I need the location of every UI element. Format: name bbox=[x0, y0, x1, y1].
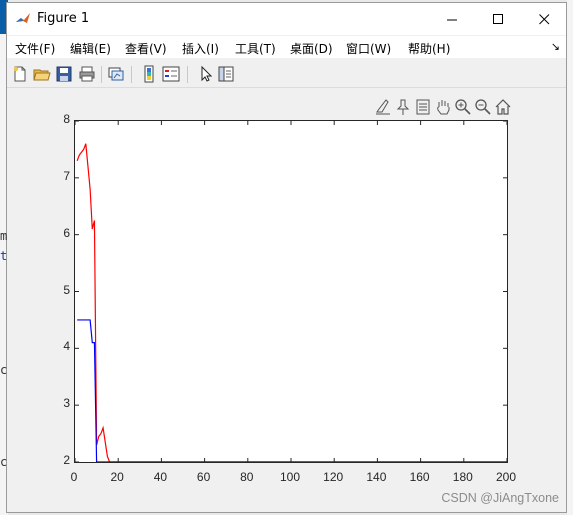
menu-insert[interactable]: 插入(I) bbox=[182, 40, 219, 57]
background-text: c bbox=[0, 455, 8, 469]
background-text: m bbox=[0, 229, 8, 243]
export-icon[interactable] bbox=[414, 98, 432, 116]
insert-colorbar-icon[interactable] bbox=[140, 65, 158, 83]
y-tick-label: 7 bbox=[63, 168, 70, 183]
menu-desktop[interactable]: 桌面(D) bbox=[290, 40, 333, 57]
edit-plot-arrow-icon[interactable] bbox=[197, 65, 215, 83]
menu-help[interactable]: 帮助(H) bbox=[408, 40, 450, 57]
menu-tools[interactable]: 工具(T) bbox=[235, 40, 276, 57]
pan-hand-icon[interactable] bbox=[434, 98, 452, 116]
plot-axes[interactable] bbox=[74, 120, 508, 463]
y-tick-label: 6 bbox=[63, 225, 70, 240]
save-icon[interactable] bbox=[55, 65, 73, 83]
close-button[interactable] bbox=[521, 3, 567, 35]
y-tick-label: 5 bbox=[63, 282, 70, 297]
brush-icon[interactable] bbox=[374, 98, 392, 116]
y-tick-label: 4 bbox=[63, 339, 70, 354]
toolbar-separator bbox=[131, 66, 132, 83]
x-tick-label: 160 bbox=[409, 470, 430, 484]
link-plot-icon[interactable] bbox=[107, 65, 125, 83]
x-tick-label: 80 bbox=[240, 470, 254, 484]
window-title: Figure 1 bbox=[37, 11, 90, 26]
x-tick-label: 120 bbox=[323, 470, 344, 484]
zoom-out-icon[interactable] bbox=[474, 98, 492, 116]
insert-legend-icon[interactable] bbox=[162, 65, 180, 83]
property-inspector-icon[interactable] bbox=[217, 65, 235, 83]
matlab-logo-icon bbox=[16, 13, 30, 23]
maximize-icon bbox=[492, 13, 503, 24]
y-tick-label: 8 bbox=[63, 112, 70, 126]
y-tick-label: 3 bbox=[63, 396, 70, 411]
toolbar-separator bbox=[187, 66, 188, 83]
data-tips-icon[interactable] bbox=[394, 98, 412, 116]
x-tick-label: 40 bbox=[153, 470, 168, 484]
menu-window[interactable]: 窗口(W) bbox=[346, 40, 391, 57]
print-icon[interactable] bbox=[78, 65, 96, 83]
watermark: CSDN @JiAngTxone bbox=[441, 491, 559, 505]
x-tick-label: 140 bbox=[366, 470, 387, 484]
maximize-button[interactable] bbox=[475, 3, 521, 35]
close-icon bbox=[538, 13, 549, 24]
menu-overflow-icon[interactable]: ↘ bbox=[551, 40, 560, 53]
home-icon[interactable] bbox=[494, 98, 512, 116]
menu-file[interactable]: 文件(F) bbox=[15, 40, 55, 57]
x-tick-label: 200 bbox=[495, 470, 517, 484]
x-tick-label: 60 bbox=[196, 470, 211, 484]
new-figure-icon[interactable] bbox=[11, 65, 29, 83]
background-desktop-right bbox=[567, 0, 573, 515]
minimize-icon bbox=[446, 19, 457, 20]
background-text: c bbox=[0, 363, 8, 377]
x-tick-label: 20 bbox=[110, 470, 124, 484]
title-bar[interactable]: Figure 1 bbox=[7, 3, 566, 35]
x-tick-label: 180 bbox=[452, 470, 473, 484]
red-series-line bbox=[76, 143, 507, 463]
toolbar-separator bbox=[101, 66, 102, 83]
figure-toolbar bbox=[7, 61, 566, 88]
plot-lines bbox=[74, 120, 508, 463]
menu-bar: 文件(F) 编辑(E) 查看(V) 插入(I) 工具(T) 桌面(D) 窗口(W… bbox=[7, 36, 566, 58]
menu-edit[interactable]: 编辑(E) bbox=[70, 40, 111, 57]
background-text: t bbox=[0, 249, 8, 263]
minimize-button[interactable] bbox=[429, 3, 475, 35]
open-folder-icon[interactable] bbox=[33, 65, 51, 83]
x-tick-label: 0 bbox=[70, 470, 78, 484]
menu-view[interactable]: 查看(V) bbox=[125, 40, 167, 57]
x-tick-label: 100 bbox=[279, 470, 301, 484]
zoom-in-icon[interactable] bbox=[454, 98, 472, 116]
y-tick-label: 2 bbox=[63, 453, 70, 467]
blue-series-line bbox=[77, 319, 507, 463]
